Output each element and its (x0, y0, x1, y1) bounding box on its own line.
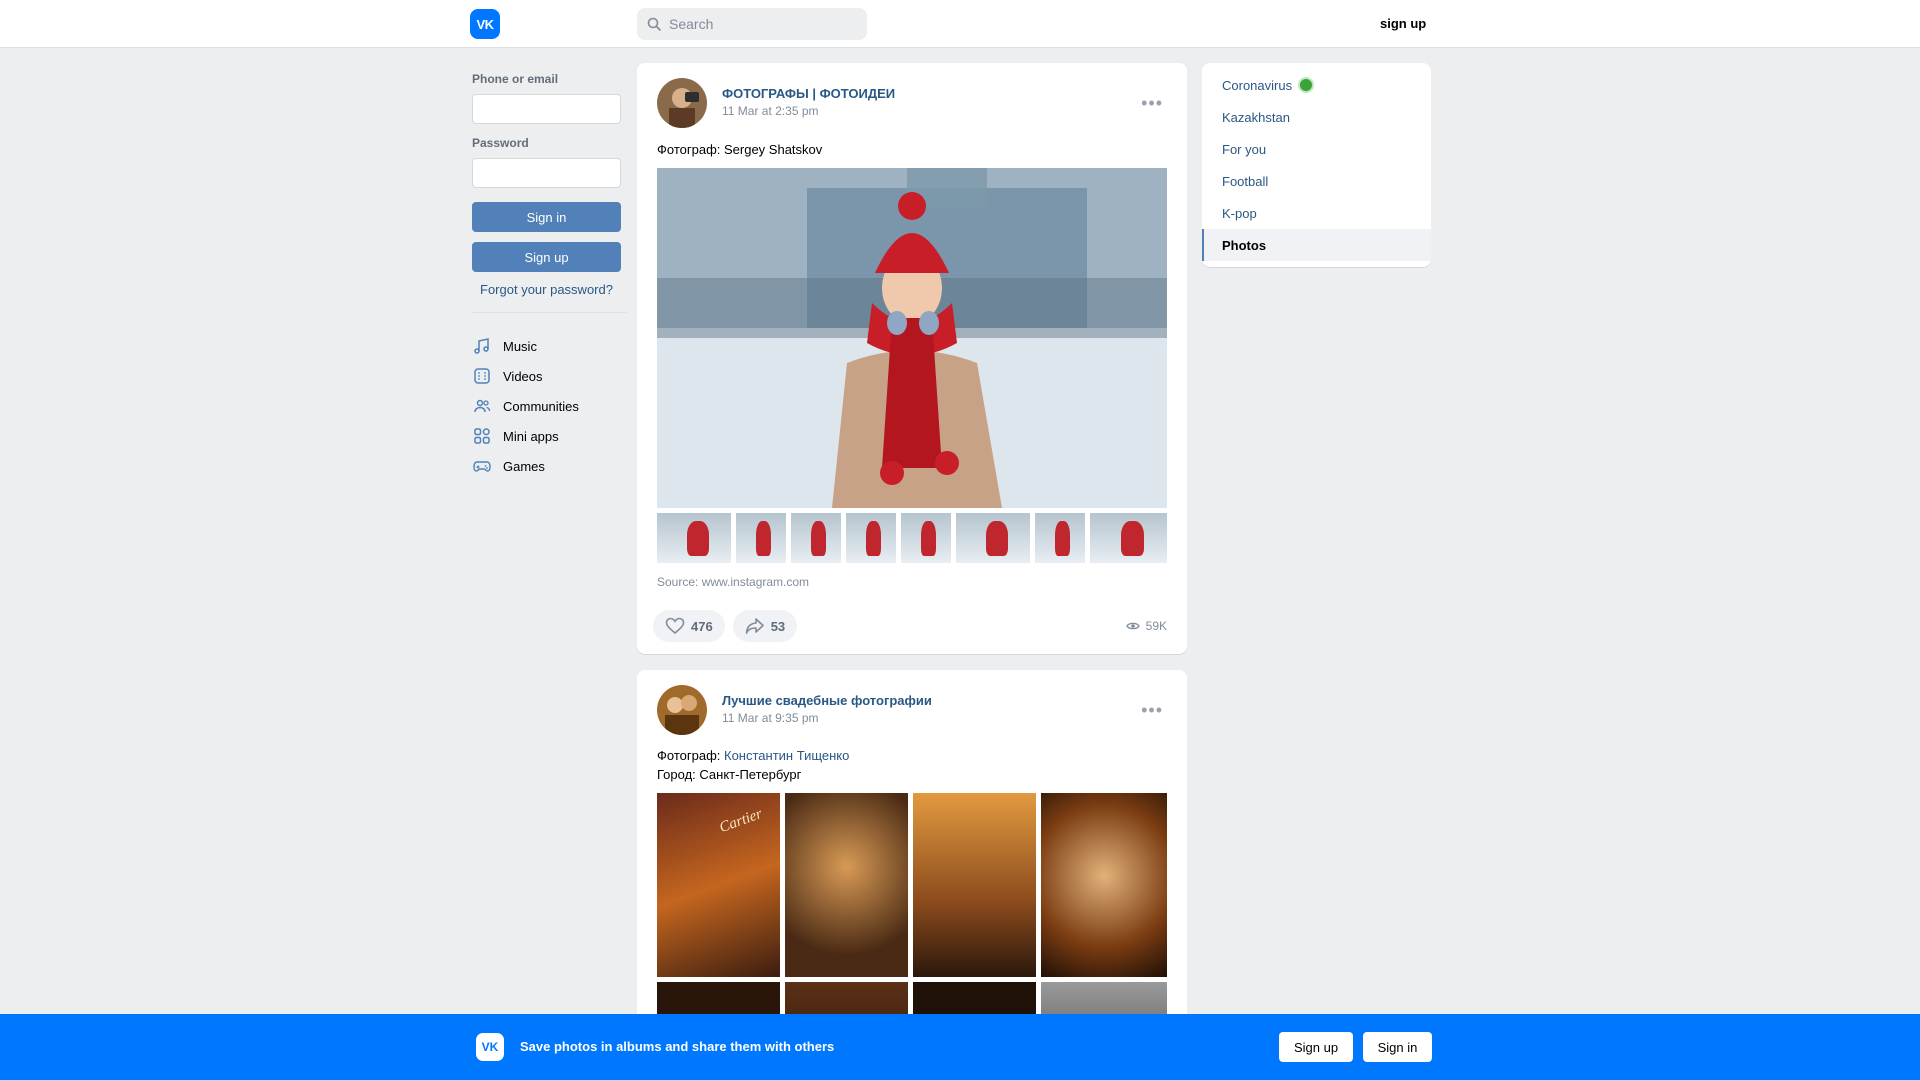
vk-logo: VK (476, 1033, 504, 1061)
menu-item-photos[interactable]: Photos (1202, 229, 1431, 261)
share-button[interactable]: 53 (732, 610, 798, 642)
password-field[interactable] (472, 158, 621, 188)
top-header: VK sign up (0, 0, 1920, 48)
sidebar-item-music[interactable]: Music (472, 331, 627, 361)
search-icon (647, 17, 661, 31)
views-counter: 59K (1125, 619, 1167, 633)
eye-icon (1125, 622, 1140, 630)
post-photo[interactable] (785, 793, 908, 977)
photo-thumbnail[interactable] (846, 513, 896, 563)
sidebar-divider (472, 312, 627, 313)
mini-apps-icon (472, 426, 492, 446)
left-sidebar: Phone or email Password Sign in Sign up … (472, 72, 627, 481)
search-box[interactable] (637, 8, 867, 40)
sidebar-item-label: Communities (503, 398, 579, 414)
views-count: 59K (1145, 619, 1167, 633)
more-options-icon[interactable]: ••• (1141, 700, 1163, 721)
post-author-link[interactable]: ФОТОГРАФЫ | ФОТОИДЕИ (722, 86, 895, 101)
sidebar-item-label: Games (503, 458, 545, 474)
sidebar-item-label: Music (503, 338, 537, 354)
music-icon (472, 336, 492, 356)
phone-field[interactable] (472, 94, 621, 124)
city-text: Город: Санкт-Петербург (657, 767, 802, 782)
menu-item-for-you[interactable]: For you (1202, 133, 1431, 165)
sidebar-item-communities[interactable]: Communities (472, 391, 627, 421)
post-avatar[interactable] (657, 78, 707, 128)
photo-thumbnail[interactable] (791, 513, 841, 563)
post-photo[interactable] (913, 793, 1036, 977)
menu-item-label: For you (1222, 141, 1267, 157)
vk-logo-text: VK (476, 16, 494, 32)
post-date[interactable]: 11 Mar at 2:35 pm (722, 104, 819, 118)
videos-icon (472, 366, 492, 386)
heart-icon (665, 617, 685, 635)
photo-thumbnail[interactable] (956, 513, 1030, 563)
menu-item-label: Football (1222, 173, 1269, 189)
sidebar-item-label: Mini apps (503, 428, 559, 444)
bottom-signin-button[interactable]: Sign in (1363, 1032, 1432, 1062)
photo-thumbnail[interactable] (901, 513, 951, 563)
signup-button[interactable]: Sign up (472, 242, 621, 272)
menu-item-label: K-pop (1222, 205, 1257, 221)
communities-icon (472, 396, 492, 416)
forgot-password-link[interactable]: Forgot your password? (472, 282, 621, 297)
photo-thumbnails (657, 513, 1167, 563)
search-input[interactable] (669, 16, 859, 32)
post-date[interactable]: 11 Mar at 9:35 pm (722, 711, 819, 725)
photographer-prefix: Фотограф: (657, 748, 724, 763)
post-author-link[interactable]: Лучшие свадебные фотографии (722, 693, 932, 708)
share-count: 53 (770, 618, 786, 634)
menu-item-kpop[interactable]: K-pop (1202, 197, 1431, 229)
menu-item-football[interactable]: Football (1202, 165, 1431, 197)
virus-icon (1300, 79, 1313, 91)
menu-item-label: Coronavirus (1222, 77, 1293, 93)
post-photo[interactable]: Cartier (657, 793, 780, 977)
photo-thumbnail[interactable] (1090, 513, 1167, 563)
sidebar-item-label: Videos (503, 368, 543, 384)
bottom-signup-bar: VK Save photos in albums and share them … (0, 1014, 1920, 1080)
photographer-link[interactable]: Константин Тищенко (724, 748, 849, 763)
like-button[interactable]: 476 (653, 610, 725, 642)
signin-button[interactable]: Sign in (472, 202, 621, 232)
password-label: Password (472, 136, 529, 150)
post-source[interactable]: Source: www.instagram.com (657, 575, 809, 589)
phone-label: Phone or email (472, 72, 559, 86)
vk-logo-text: VK (481, 1040, 499, 1054)
cartier-sign: Cartier (717, 805, 765, 837)
bottom-bar-text: Save photos in albums and share them wit… (520, 1039, 835, 1054)
post-text: Фотограф: Константин Тищенко Город: Санк… (657, 746, 849, 784)
feed-post: ФОТОГРАФЫ | ФОТОИДЕИ 11 Mar at 2:35 pm •… (637, 63, 1187, 654)
post-actions: 476 53 (653, 610, 798, 642)
vk-logo[interactable]: VK (470, 9, 500, 39)
right-filter-menu: Coronavirus Kazakhstan For you Football … (1202, 63, 1431, 267)
more-options-icon[interactable]: ••• (1141, 93, 1163, 114)
share-icon (745, 618, 764, 634)
photo-thumbnail[interactable] (1035, 513, 1085, 563)
sidebar-item-games[interactable]: Games (472, 451, 627, 481)
like-count: 476 (691, 618, 713, 634)
menu-item-label: Photos (1222, 237, 1267, 253)
post-text: Фотограф: Sergey Shatskov (657, 142, 823, 157)
post-avatar[interactable] (657, 685, 707, 735)
menu-item-coronavirus[interactable]: Coronavirus (1202, 69, 1431, 101)
sidebar-item-videos[interactable]: Videos (472, 361, 627, 391)
photo-thumbnail[interactable] (657, 513, 731, 563)
games-icon (472, 456, 492, 476)
photo-thumbnail[interactable] (736, 513, 786, 563)
sidebar-item-mini-apps[interactable]: Mini apps (472, 421, 627, 451)
bottom-signup-button[interactable]: Sign up (1279, 1032, 1353, 1062)
header-signup-link[interactable]: sign up (1380, 16, 1426, 31)
post-main-photo[interactable] (657, 168, 1167, 508)
menu-item-kazakhstan[interactable]: Kazakhstan (1202, 101, 1431, 133)
menu-item-label: Kazakhstan (1222, 109, 1290, 125)
post-photo[interactable] (1041, 793, 1167, 977)
